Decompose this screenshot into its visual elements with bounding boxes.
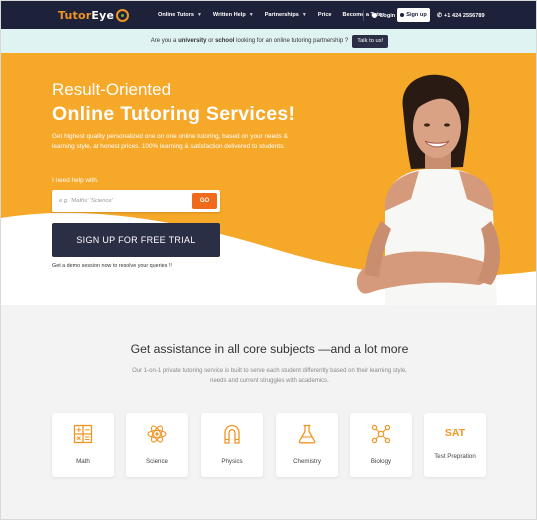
login-label: Login <box>380 12 396 19</box>
announcement-bar: Are you a university or school looking f… <box>1 29 536 53</box>
magnet-icon <box>224 424 240 444</box>
molecule-icon <box>371 424 391 444</box>
main-menu: Online Tutors ▼ Written Help ▼ Partnership… <box>158 1 395 29</box>
subject-card-science[interactable]: Science <box>126 413 188 477</box>
nav-price[interactable]: Price <box>318 12 332 18</box>
subject-card-label: Physics <box>221 458 243 465</box>
nav-price-label: Price <box>317 12 332 18</box>
subjects-description: Our 1-on-1 private tutoring service is b… <box>132 368 407 384</box>
go-button[interactable]: GO <box>192 193 217 209</box>
subject-search-box: GO <box>52 190 220 212</box>
subject-cards: Math Science Physics Chemistry Biology S… <box>52 413 488 477</box>
announcement-bold-school: school <box>215 38 235 44</box>
atom-icon <box>147 425 167 443</box>
subject-card-label: Science <box>145 458 168 465</box>
subject-card-chemistry[interactable]: Chemistry <box>276 413 338 477</box>
logo-eye-icon <box>116 8 130 22</box>
free-trial-button[interactable]: SIGN UP FOR FREE TRIAL <box>52 223 220 257</box>
subject-card-physics[interactable]: Physics <box>201 413 263 477</box>
subject-card-label: Chemistry <box>293 458 321 465</box>
nav-partnerships-label: Partnerships <box>264 12 299 18</box>
subject-card-biology[interactable]: Biology <box>350 413 412 477</box>
tutoreye-logo[interactable]: Tutor Eye <box>58 7 130 23</box>
nav-online-tutors[interactable]: Online Tutors ▼ <box>158 12 202 18</box>
talk-to-us-button[interactable]: Talk to us! <box>352 34 389 48</box>
user-icon <box>372 13 377 18</box>
nav-written-help[interactable]: Written Help ▼ <box>213 12 254 18</box>
chevron-down-icon: ▼ <box>301 12 307 18</box>
subject-card-math[interactable]: Math <box>52 413 114 477</box>
subject-card-test-prep[interactable]: SAT Test Prepration <box>424 413 486 477</box>
demo-text: Get a demo session now to resolve your q… <box>52 263 172 269</box>
announcement-prefix: Are you a <box>150 38 179 44</box>
hero-title-line1: Result-Oriented <box>52 80 172 99</box>
help-label: I need help with. <box>52 177 99 184</box>
logo-text-part1: Tutor <box>58 8 92 22</box>
top-nav: Tutor Eye Online Tutors ▼ Written Help ▼ Pa… <box>1 1 536 29</box>
page: Tutor Eye Online Tutors ▼ Written Help ▼ Pa… <box>0 0 537 520</box>
sat-icon: SAT <box>444 427 466 439</box>
phone-number: +1 424 2556789 <box>444 12 485 19</box>
subject-search-input[interactable] <box>52 190 190 212</box>
subjects-section: Get assistance in all core subjects —and… <box>1 305 536 519</box>
nav-divider <box>363 10 364 21</box>
calculator-icon <box>73 424 93 444</box>
chevron-down-icon: ▼ <box>196 12 202 18</box>
flask-icon <box>298 424 316 444</box>
hero-section: Result-Oriented Online Tutoring Services… <box>1 53 536 305</box>
subject-card-label: Biology <box>370 458 392 465</box>
nav-partnerships[interactable]: Partnerships ▼ <box>265 12 307 18</box>
subject-card-label: Test Prepration <box>434 453 476 460</box>
nav-written-help-label: Written Help <box>212 12 246 18</box>
tutor-woman-image <box>356 74 500 305</box>
subjects-title: Get assistance in all core subjects —and… <box>130 342 409 356</box>
announcement-text: Are you a university or school looking f… <box>151 38 348 44</box>
signup-button[interactable]: Sign up <box>397 8 430 22</box>
signup-label: Sign up <box>406 12 427 18</box>
user-icon <box>400 13 405 17</box>
subject-card-label: Math <box>76 458 90 465</box>
announcement-mid: or <box>206 38 216 44</box>
hero-description: Get highest quality personalized one on … <box>52 133 288 150</box>
phone-icon: ✆ <box>437 13 443 19</box>
login-link[interactable]: Login <box>372 10 395 21</box>
chevron-down-icon: ▼ <box>248 12 254 18</box>
phone-link[interactable]: ✆ +1 424 2556789 <box>437 10 485 21</box>
nav-online-tutors-label: Online Tutors <box>158 12 194 18</box>
logo-text-part2: Eye <box>91 8 115 22</box>
hero-title-line2: Online Tutoring Services! <box>52 103 296 125</box>
announcement-bold-university: university <box>178 38 207 44</box>
announcement-suffix: looking for an online tutoring partnersh… <box>234 38 349 44</box>
